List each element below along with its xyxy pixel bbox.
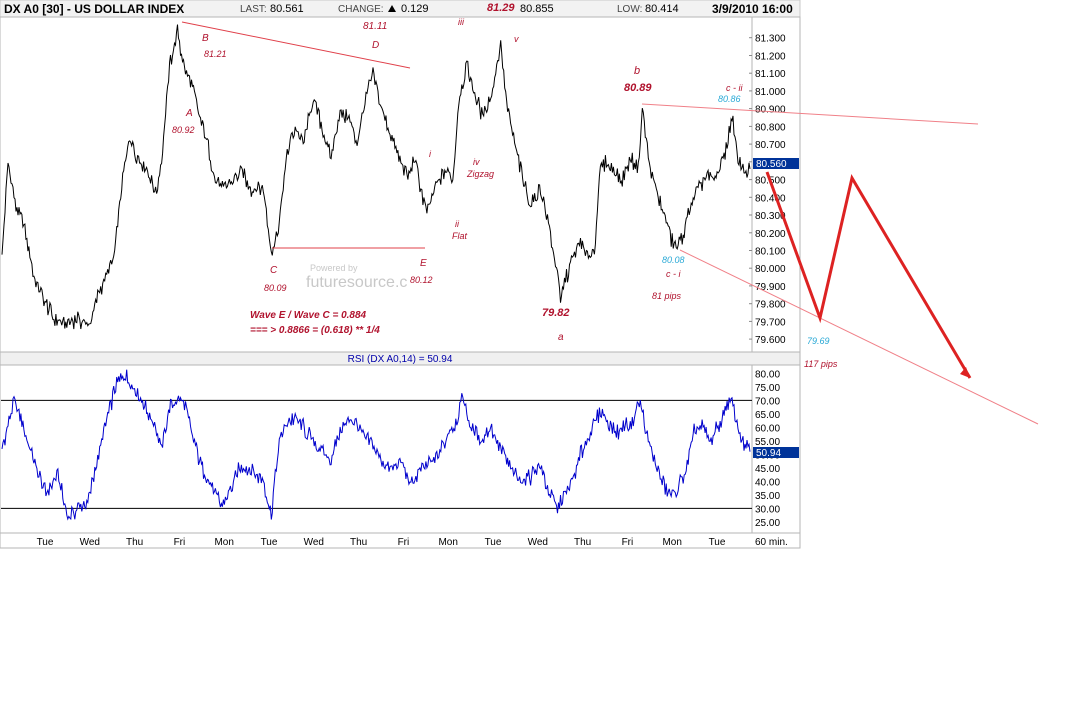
rsi-panel <box>0 364 801 534</box>
x-tick-label: Thu <box>126 537 143 548</box>
rsi-y-tick-label: 75.00 <box>755 383 780 394</box>
x-tick-label: Thu <box>350 537 367 548</box>
x-tick-label: Tue <box>37 537 54 548</box>
price-y-tick-label: 80.800 <box>755 122 786 133</box>
x-tick-label: Wed <box>304 537 324 548</box>
symbol-title: DX A0 [30] - US DOLLAR INDEX <box>4 2 184 16</box>
x-axis-unit: 60 min. <box>755 537 788 548</box>
label-E-value: 80.12 <box>410 275 433 285</box>
label-zigzag: Zigzag <box>466 169 494 179</box>
rsi-y-tick-label: 30.00 <box>755 504 780 515</box>
price-y-tick-label: 79.600 <box>755 335 786 346</box>
label-B-value: 81.21 <box>204 49 227 59</box>
x-tick-label: Tue <box>261 537 278 548</box>
label-c-ii-value: 80.86 <box>718 94 741 104</box>
label-c-ii: c - ii <box>726 83 743 93</box>
label-iii: iii <box>458 17 465 27</box>
x-tick-label: Mon <box>438 537 457 548</box>
watermark: futuresource.c <box>306 274 407 291</box>
label-b: b <box>634 65 640 77</box>
chart-stage: DX A0 [30] - US DOLLAR INDEX LAST: 80.56… <box>0 0 1084 713</box>
dollar-index-chart: DX A0 [30] - US DOLLAR INDEX LAST: 80.56… <box>0 0 1039 549</box>
label-v-value: 81.29 <box>487 2 515 14</box>
label-117-pips: 117 pips <box>804 359 838 369</box>
x-tick-label: Mon <box>662 537 681 548</box>
rsi-y-tick-label: 25.00 <box>755 518 780 529</box>
datetime: 3/9/2010 16:00 <box>712 2 793 16</box>
rsi-last-badge-text: 50.94 <box>756 448 781 459</box>
price-y-tick-label: 80.200 <box>755 229 786 240</box>
x-tick-label: Tue <box>485 537 502 548</box>
change-label: CHANGE: <box>338 4 384 15</box>
label-B: B <box>202 33 209 44</box>
label-c-i-value: 80.08 <box>662 255 685 265</box>
last-label: LAST: <box>240 4 267 15</box>
x-tick-label: Fri <box>174 537 186 548</box>
x-tick-label: Thu <box>574 537 591 548</box>
label-a: a <box>558 332 564 343</box>
label-projection-value: 79.69 <box>807 336 830 346</box>
price-y-tick-label: 80.100 <box>755 247 786 258</box>
watermark-small: Powered by <box>310 263 358 273</box>
rsi-y-tick-label: 80.00 <box>755 369 780 380</box>
rsi-y-tick-label: 40.00 <box>755 477 780 488</box>
last-value: 80.561 <box>270 3 304 15</box>
x-tick-label: Fri <box>622 537 634 548</box>
rsi-y-tick-label: 60.00 <box>755 423 780 434</box>
label-81-pips: 81 pips <box>652 291 682 301</box>
low-value: 80.414 <box>645 3 679 15</box>
label-E: E <box>420 258 427 269</box>
high-value: 80.855 <box>520 3 554 15</box>
price-y-tick-label: 80.900 <box>755 105 786 116</box>
price-y-tick-label: 79.700 <box>755 317 786 328</box>
wave-ratio-line1: Wave E / Wave C = 0.884 <box>250 310 367 321</box>
x-tick-label: Fri <box>398 537 410 548</box>
change-value: 0.129 <box>401 3 429 15</box>
price-y-tick-label: 80.400 <box>755 193 786 204</box>
price-y-tick-label: 79.800 <box>755 300 786 311</box>
label-v: v <box>514 34 519 44</box>
x-tick-label: Wed <box>80 537 100 548</box>
price-y-tick-label: 80.700 <box>755 140 786 151</box>
label-A-value: 80.92 <box>172 125 195 135</box>
price-y-tick-label: 81.000 <box>755 87 786 98</box>
label-D-value: 81.11 <box>363 21 387 32</box>
rsi-y-tick-label: 70.00 <box>755 396 780 407</box>
price-y-tick-label: 79.900 <box>755 282 786 293</box>
label-flat: Flat <box>452 231 468 241</box>
label-C: C <box>270 265 278 276</box>
price-y-tick-label: 81.300 <box>755 34 786 45</box>
price-last-badge-text: 80.560 <box>756 159 787 170</box>
label-C-value: 80.09 <box>264 283 287 293</box>
price-panel <box>0 16 801 353</box>
label-b-value: 80.89 <box>624 82 652 94</box>
x-tick-label: Tue <box>709 537 726 548</box>
label-A: A <box>185 108 193 119</box>
price-y-tick-label: 81.200 <box>755 52 786 63</box>
wave-ratio-line2: === > 0.8866 = (0.618) ** 1/4 <box>250 325 380 336</box>
price-y-tick-label: 81.100 <box>755 69 786 80</box>
x-tick-label: Wed <box>528 537 548 548</box>
rsi-y-tick-label: 35.00 <box>755 491 780 502</box>
label-a-value: 79.82 <box>542 307 570 319</box>
rsi-y-tick-label: 55.00 <box>755 437 780 448</box>
rsi-y-tick-label: 65.00 <box>755 410 780 421</box>
label-iv: iv <box>473 157 480 167</box>
x-tick-label: Mon <box>214 537 233 548</box>
rsi-y-tick-label: 45.00 <box>755 464 780 475</box>
projection-arrowhead-icon <box>960 367 970 378</box>
price-y-tick-label: 80.000 <box>755 264 786 275</box>
low-label: LOW: <box>617 4 642 15</box>
label-c-i: c - i <box>666 269 681 279</box>
label-D: D <box>372 40 379 51</box>
rsi-title: RSI (DX A0,14) = 50.94 <box>348 354 453 365</box>
